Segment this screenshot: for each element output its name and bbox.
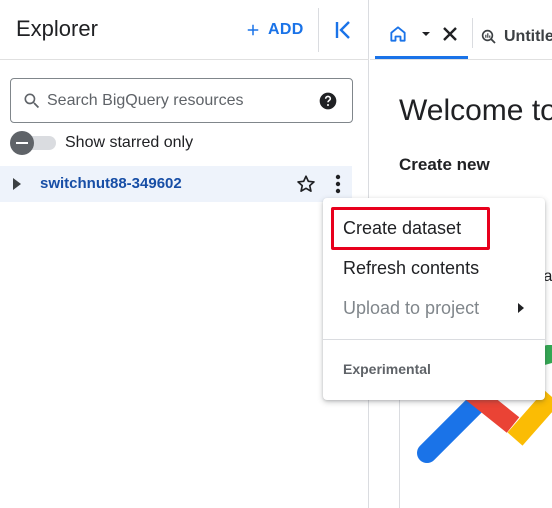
active-tab-indicator <box>375 56 468 59</box>
tab-home[interactable] <box>375 14 468 60</box>
help-icon[interactable] <box>318 91 338 111</box>
project-context-menu: Create dataset Refresh contents Upload t… <box>323 198 545 400</box>
caret-right-icon[interactable] <box>11 177 23 191</box>
add-button-label: ADD <box>268 21 304 38</box>
explorer-header: Explorer ADD <box>0 0 369 60</box>
menu-item-label: Upload to project <box>343 298 480 318</box>
tab-divider <box>472 18 473 48</box>
star-outline-icon[interactable] <box>295 173 317 195</box>
tab-untitled[interactable]: Untitle <box>480 22 552 52</box>
search-input[interactable] <box>47 89 307 113</box>
collapse-left-icon[interactable] <box>331 17 357 43</box>
menu-item-label: Create dataset <box>343 218 462 238</box>
search-icon <box>24 93 40 109</box>
project-name[interactable]: switchnut88-349602 <box>40 175 182 192</box>
tab-bar: Untitle <box>370 0 552 60</box>
submenu-arrow-icon <box>518 303 524 313</box>
header-divider <box>318 8 319 52</box>
menu-item-label: Refresh contents <box>343 258 480 278</box>
arrow-drop-down-icon[interactable] <box>419 29 433 39</box>
explorer-title: Explorer <box>16 16 98 41</box>
menu-divider <box>323 339 545 340</box>
welcome-title: Welcome to <box>399 94 552 127</box>
explorer-panel: Explorer ADD Show starred only switchn <box>0 0 369 508</box>
menu-item-refresh-contents[interactable]: Refresh contents <box>323 248 545 288</box>
more-vert-icon[interactable] <box>330 173 346 195</box>
project-row[interactable]: switchnut88-349602 <box>0 166 352 202</box>
search-box[interactable] <box>10 78 353 123</box>
menu-item-create-dataset[interactable]: Create dataset <box>323 208 545 248</box>
tab-untitled-label: Untitle <box>504 28 552 45</box>
starred-only-toggle[interactable] <box>10 131 56 155</box>
close-icon[interactable] <box>440 24 460 44</box>
home-icon <box>390 26 406 42</box>
plus-icon <box>247 24 259 36</box>
menu-item-upload-to-project[interactable]: Upload to project <box>323 288 545 328</box>
toggle-knob <box>10 131 34 155</box>
menu-section-label: Experimental <box>343 361 431 377</box>
toggle-label: Show starred only <box>65 134 194 151</box>
query-icon <box>481 29 496 44</box>
create-new-heading: Create new <box>399 155 490 174</box>
add-button[interactable]: ADD <box>244 17 304 43</box>
